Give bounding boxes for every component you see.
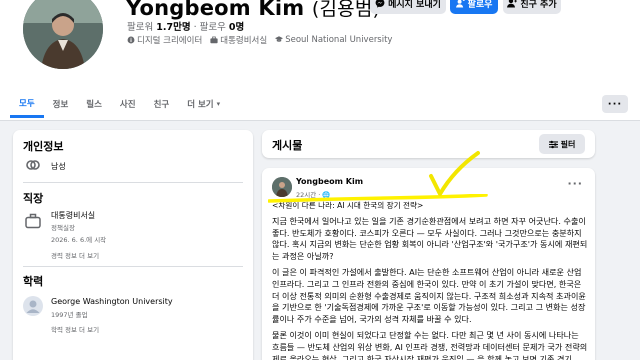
message-button[interactable]: 메시지 보내기 [370,0,446,14]
intro-divider [23,266,243,267]
follow-button-label: 팔로우 [467,0,493,10]
school-logo-icon [23,296,43,316]
intro-title: 개인정보 [23,140,64,153]
intro-divider [23,182,243,183]
more-dots-icon: ··· [607,98,623,110]
profile-meta: 디지털 크리에이터 대통령비서실 Seoul National Universi… [127,34,392,46]
following-count[interactable]: 0명 [229,22,244,33]
post-options-icon[interactable]: ··· [567,177,583,190]
followers-label: 팔로워 [127,22,154,33]
profile-avatar[interactable] [20,0,106,72]
add-friend-icon [507,0,518,8]
position-text[interactable]: 대통령비서실 [220,36,267,46]
school-item: Seoul National University [275,35,392,45]
profile-page: Yongbeom Kim (김용범) 팔로워 1.7만명 · 팔로우 0명 디지… [0,0,640,360]
role-item: 디지털 크리에이터 [127,34,202,46]
work-date: 2026. 6. 6.에 시작 [51,236,107,244]
education-title: 학력 [23,275,44,288]
message-button-label: 메시지 보내기 [388,0,441,10]
tab-more-label: 더 보기 [187,100,214,110]
filter-button[interactable]: 필터 [539,134,585,154]
gender-icon [26,160,40,170]
work-history-link[interactable]: 경력 정보 더 보기 [51,250,99,260]
post-author-name[interactable]: Yongbeom Kim [296,177,363,186]
work-org[interactable]: 대통령비서실 [51,210,95,221]
school-text[interactable]: Seoul National University [285,35,392,45]
tab-friends[interactable]: 친구 [145,90,179,118]
following-label: 팔로우 [199,22,226,33]
add-friend-button[interactable]: 친구 추가 [503,0,561,14]
graduation-cap-icon [275,36,284,42]
tab-about[interactable]: 정보 [44,90,78,118]
messenger-icon [375,0,385,8]
tab-all[interactable]: 모두 [10,90,44,118]
profile-stats: 팔로워 1.7만명 · 팔로우 0명 [127,22,245,33]
follow-icon [455,0,465,8]
work-role: 정책실장 [51,224,75,232]
role-text: 디지털 크리에이터 [137,36,203,46]
more-options-button[interactable]: ··· [602,95,628,113]
intro-card: 개인정보 남성 직장 대통령비서실 정책실장 2026. 6. 6.에 시작 경… [13,130,253,360]
education-history-link[interactable]: 학력 정보 더 보기 [51,324,99,334]
tab-reels[interactable]: 릴스 [77,90,111,118]
post-paragraph: 물론 이것이 이미 현실이 되었다고 단정할 수는 없다. 다만 최근 몇 년 … [272,329,588,360]
follow-button[interactable]: 팔로우 [450,0,498,14]
info-icon [127,36,135,44]
followers-count[interactable]: 1.7만명 [156,22,190,33]
work-title: 직장 [23,192,44,205]
filter-icon [548,140,558,148]
chevron-down-icon: ▾ [216,100,221,108]
position-item: 대통령비서실 [210,34,267,46]
tab-photos[interactable]: 사진 [111,90,145,118]
briefcase-icon [25,213,41,229]
gender-text: 남성 [51,162,66,171]
post-paragraph: 지금 한국에서 일어나고 있는 일을 기존 경기순환관점에서 보려고 하면 자꾸… [272,215,588,262]
add-friend-button-label: 친구 추가 [520,0,557,10]
posts-title: 게시물 [272,139,303,152]
tab-more[interactable]: 더 보기 ▾ [178,90,229,118]
checkmark-annotation [429,151,480,196]
filter-button-label: 필터 [560,139,576,149]
profile-tabs: 모두 정보 릴스 사진 친구 더 보기 ▾ [10,90,229,118]
profile-name-latin: Yongbeom Kim [126,0,305,20]
education-year: 1997년 졸업 [51,311,88,319]
profile-header: Yongbeom Kim (김용범) 팔로워 1.7만명 · 팔로우 0명 디지… [0,0,640,121]
post-body: <차원이 다른 나라: AI 시대 한국의 장기 전략> 지금 한국에서 일어나… [272,200,588,360]
education-school[interactable]: George Washington University [51,297,173,306]
post-paragraph: 이 글은 이 파격적인 가설에서 출발한다. AI는 단순한 소프트웨어 산업이… [272,266,586,325]
briefcase-icon [210,36,218,44]
profile-name: Yongbeom Kim (김용범) [126,0,380,21]
